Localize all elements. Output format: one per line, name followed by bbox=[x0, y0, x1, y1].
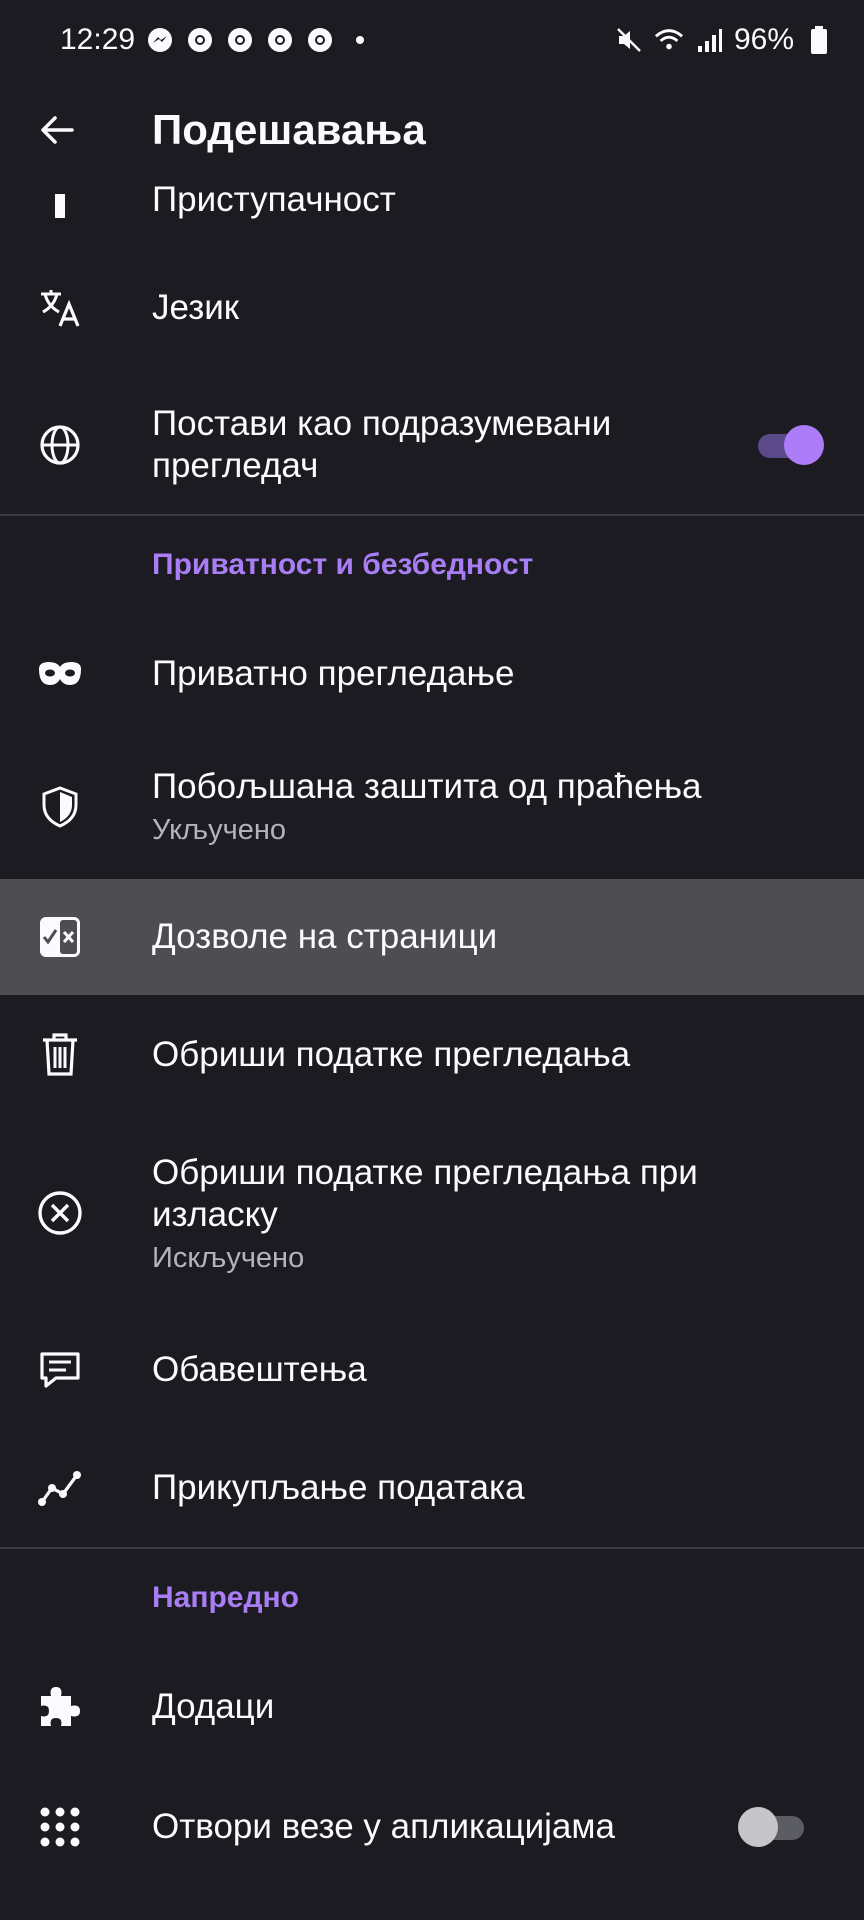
settings-item-label: Прикупљање података bbox=[152, 1468, 525, 1507]
globe-icon bbox=[35, 420, 85, 470]
line-chart-icon bbox=[35, 1463, 85, 1513]
signal-icon bbox=[694, 25, 724, 55]
status-bar: 12:29 96% bbox=[0, 0, 864, 80]
messenger-icon bbox=[145, 25, 175, 55]
private-mask-icon bbox=[35, 649, 85, 699]
settings-item-delete-data[interactable]: Обриши податке прегледања bbox=[0, 995, 864, 1115]
settings-item-label: Дозволе на страници bbox=[152, 917, 498, 956]
app-bar: Подешавања bbox=[0, 80, 864, 180]
mute-icon bbox=[614, 25, 644, 55]
battery-percent: 96% bbox=[733, 23, 794, 56]
app-grid-icon bbox=[35, 1802, 85, 1852]
settings-item-label: Обриши податке прегледања bbox=[152, 1035, 631, 1074]
settings-item-default-browser[interactable]: Постави као подразумевани прегледач bbox=[0, 376, 864, 514]
settings-item-private-browsing[interactable]: Приватно прегледање bbox=[0, 614, 864, 734]
settings-item-status: Укључено bbox=[152, 814, 286, 846]
settings-item-data-collection[interactable]: Прикупљање података bbox=[0, 1429, 864, 1547]
page-title: Подешавања bbox=[152, 106, 426, 153]
trash-icon bbox=[35, 1030, 85, 1080]
chrome-icon bbox=[225, 25, 255, 55]
settings-item-tracking-protection[interactable]: Побољшана заштита од праћења Укључено bbox=[0, 734, 864, 879]
battery-icon bbox=[804, 25, 834, 55]
puzzle-piece-icon bbox=[35, 1682, 85, 1732]
arrow-back-icon bbox=[41, 116, 74, 144]
section-header-advanced: Напредно bbox=[0, 1547, 864, 1647]
chat-bubble-icon bbox=[35, 1345, 85, 1395]
settings-item-language[interactable]: Језик bbox=[0, 240, 864, 376]
accessibility-icon bbox=[35, 175, 85, 225]
settings-item-label: Отвори везе у апликацијама bbox=[152, 1807, 615, 1846]
settings-item-label: Приступачност bbox=[152, 180, 396, 219]
settings-item-label: Побољшана заштита од праћења bbox=[152, 767, 702, 806]
shield-icon bbox=[35, 782, 85, 832]
settings-item-addons[interactable]: Додаци bbox=[0, 1647, 864, 1767]
settings-item-label: Додаци bbox=[152, 1687, 275, 1726]
settings-item-status: Искључено bbox=[152, 1241, 305, 1274]
chrome-icon bbox=[305, 25, 335, 55]
settings-item-open-links[interactable]: Отвори везе у апликацијама bbox=[0, 1767, 864, 1887]
chrome-icon bbox=[185, 25, 215, 55]
settings-item-label: Језик bbox=[152, 288, 240, 327]
toggle-thumb bbox=[738, 1807, 778, 1847]
permissions-icon bbox=[35, 912, 85, 962]
settings-list[interactable]: Приступачност Језик Постави као подразум… bbox=[0, 160, 864, 1887]
default-browser-toggle[interactable] bbox=[752, 425, 824, 465]
settings-item-label: Постави као подразумевани прегледач bbox=[152, 404, 612, 485]
settings-item-label: Обавештења bbox=[152, 1350, 367, 1389]
clock: 12:29 bbox=[60, 23, 136, 56]
settings-item-notifications[interactable]: Обавештења bbox=[0, 1311, 864, 1429]
toggle-thumb bbox=[784, 425, 824, 465]
settings-item-label: Обриши податке прегледања при изласку bbox=[152, 1152, 698, 1234]
section-title: Напредно bbox=[152, 1581, 299, 1614]
section-header-privacy: Приватност и безбедност bbox=[0, 514, 864, 614]
settings-item-delete-on-quit[interactable]: Обриши податке прегледања при изласку Ис… bbox=[0, 1115, 864, 1311]
settings-item-site-permissions[interactable]: Дозволе на страници bbox=[0, 879, 864, 995]
settings-item-label: Приватно прегледање bbox=[152, 654, 515, 693]
circle-x-icon bbox=[35, 1188, 85, 1238]
chrome-icon bbox=[265, 25, 295, 55]
section-title: Приватност и безбедност bbox=[152, 548, 534, 581]
wifi-icon bbox=[654, 25, 684, 55]
translate-icon bbox=[35, 283, 85, 333]
open-links-toggle[interactable] bbox=[738, 1807, 810, 1847]
back-button[interactable] bbox=[27, 100, 87, 160]
more-notifications-dot-icon bbox=[345, 25, 375, 55]
